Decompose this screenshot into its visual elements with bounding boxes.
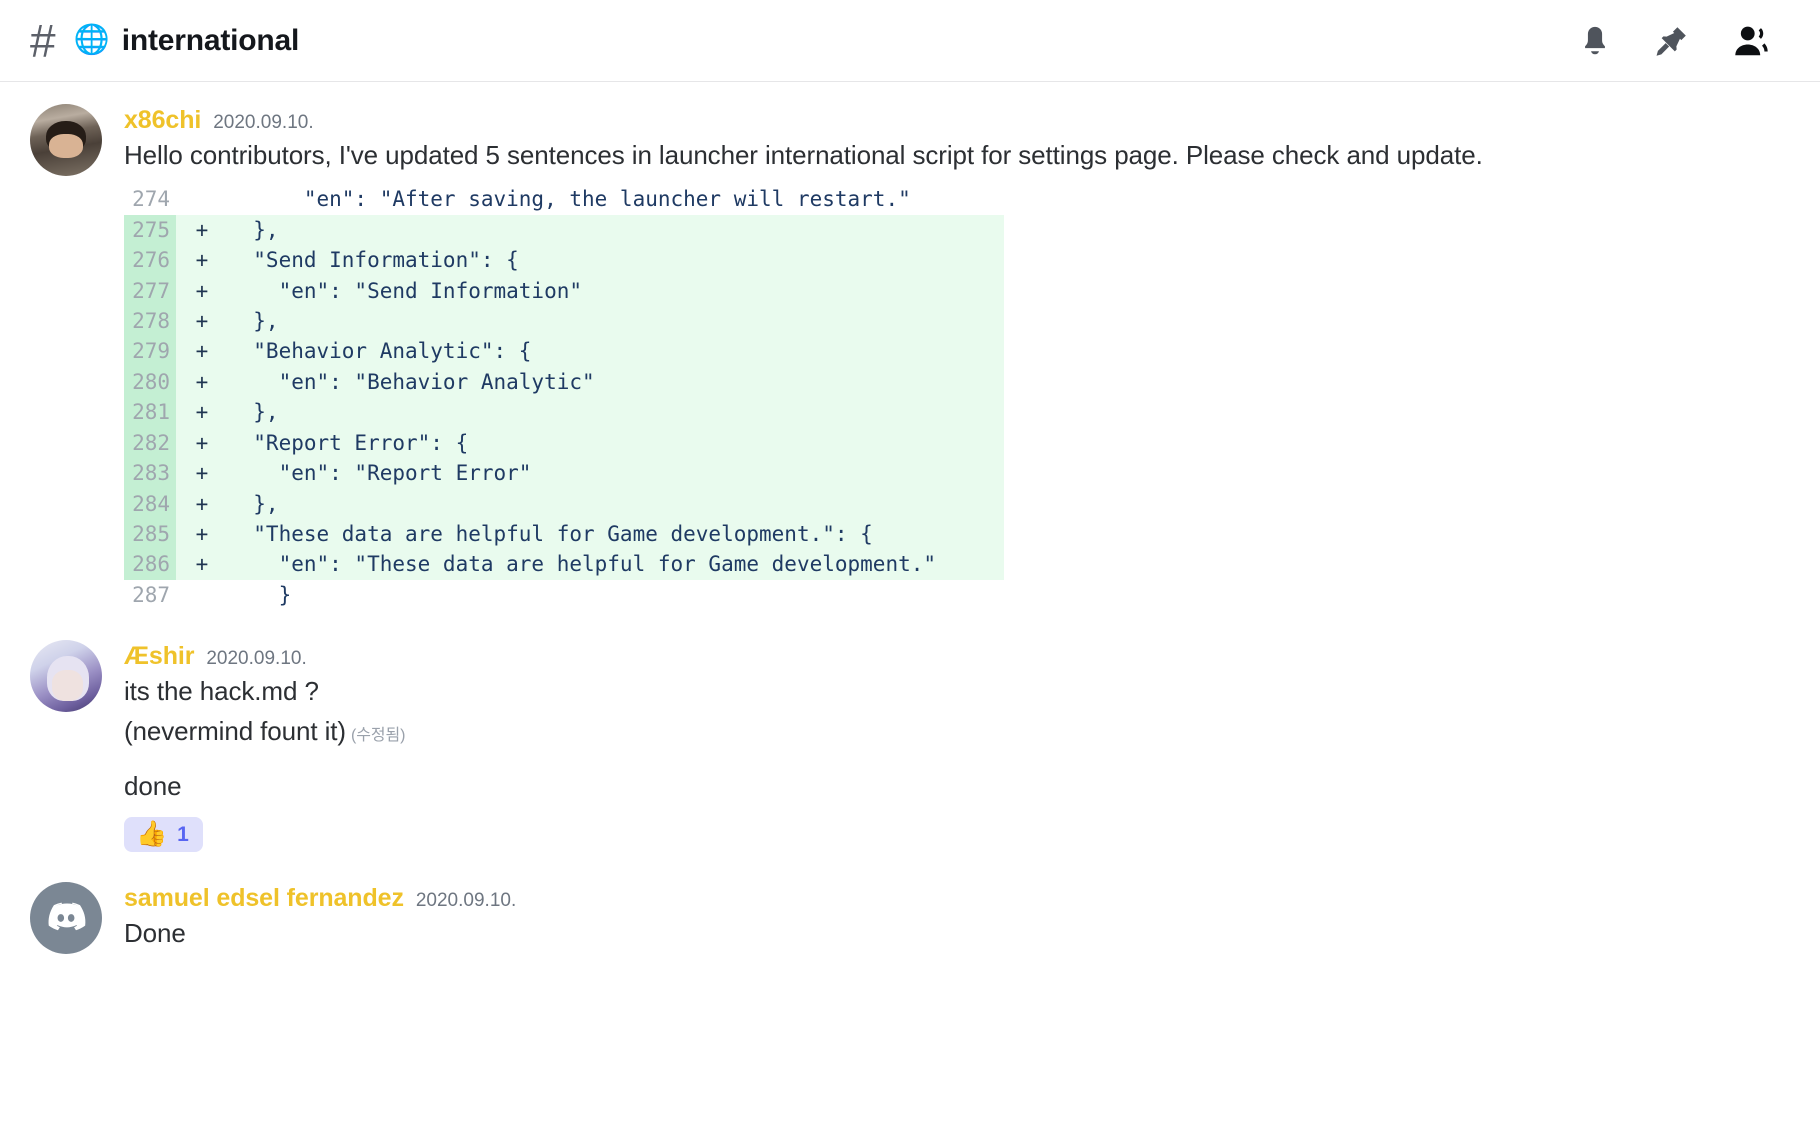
diff-code: "These data are helpful for Game develop…: [228, 519, 1004, 549]
message-header: samuel edsel fernandez 2020.09.10.: [124, 884, 1790, 913]
diff-line: 275 + },: [124, 215, 1004, 245]
diff-code: "en": "Send Information": [228, 276, 1004, 306]
message-timestamp: 2020.09.10.: [416, 890, 516, 912]
message-header: x86chi 2020.09.10.: [124, 106, 1790, 135]
diff-line: 285 + "These data are helpful for Game d…: [124, 519, 1004, 549]
message-item: samuel edsel fernandez 2020.09.10. Done: [0, 882, 1820, 954]
diff-line: 278 + },: [124, 306, 1004, 336]
globe-icon: 🌐: [74, 26, 110, 55]
diff-marker: +: [176, 428, 228, 458]
message-item: x86chi 2020.09.10. Hello contributors, I…: [0, 104, 1820, 610]
message-header: Æshir 2020.09.10.: [124, 642, 1790, 671]
diff-marker: [176, 580, 228, 610]
diff-line-number: 277: [124, 276, 176, 306]
reaction-thumbsup[interactable]: 👍 1: [124, 817, 203, 852]
diff-line: 274 "en": "After saving, the launcher wi…: [124, 184, 1004, 214]
message-author[interactable]: x86chi: [124, 106, 201, 135]
diff-line: 282 + "Report Error": {: [124, 428, 1004, 458]
diff-marker: +: [176, 549, 228, 579]
diff-marker: +: [176, 306, 228, 336]
diff-marker: +: [176, 245, 228, 275]
diff-line: 276 + "Send Information": {: [124, 245, 1004, 275]
message-timestamp: 2020.09.10.: [213, 112, 313, 134]
thumbs-up-icon: 👍: [136, 822, 167, 847]
diff-code: }: [228, 580, 1004, 610]
diff-line-number: 278: [124, 306, 176, 336]
message-body: Æshir 2020.09.10. its the hack.md ? (nev…: [124, 640, 1790, 852]
diff-line: 284 + },: [124, 489, 1004, 519]
diff-code: "Behavior Analytic": {: [228, 336, 1004, 366]
members-icon[interactable]: [1732, 23, 1774, 59]
message-text: (nevermind fount it) (수정됨): [124, 713, 1790, 750]
message-text: its the hack.md ?: [124, 673, 1790, 710]
avatar[interactable]: [30, 104, 102, 176]
diff-marker: +: [176, 397, 228, 427]
diff-code: },: [228, 215, 1004, 245]
diff-line-number: 280: [124, 367, 176, 397]
reaction-count: 1: [177, 823, 189, 847]
diff-code: "en": "Behavior Analytic": [228, 367, 1004, 397]
diff-code: },: [228, 306, 1004, 336]
discord-logo-icon: [43, 895, 89, 941]
diff-line: 280 + "en": "Behavior Analytic": [124, 367, 1004, 397]
diff-line-number: 274: [124, 184, 176, 214]
diff-line-number: 284: [124, 489, 176, 519]
diff-marker: +: [176, 489, 228, 519]
diff-line-number: 279: [124, 336, 176, 366]
diff-line: 283 + "en": "Report Error": [124, 458, 1004, 488]
header-actions: [1578, 23, 1796, 59]
message-text-inner: (nevermind fount it): [124, 716, 346, 746]
diff-marker: +: [176, 367, 228, 397]
diff-line-number: 283: [124, 458, 176, 488]
reactions: 👍 1: [124, 817, 1790, 852]
diff-line-number: 286: [124, 549, 176, 579]
channel-title: international: [122, 24, 299, 58]
diff-line: 279 + "Behavior Analytic": {: [124, 336, 1004, 366]
diff-line-number: 287: [124, 580, 176, 610]
diff-marker: +: [176, 276, 228, 306]
message-body: x86chi 2020.09.10. Hello contributors, I…: [124, 104, 1790, 610]
diff-line-number: 276: [124, 245, 176, 275]
avatar[interactable]: [30, 882, 102, 954]
diff-line: 277 + "en": "Send Information": [124, 276, 1004, 306]
message-timestamp: 2020.09.10.: [206, 648, 306, 670]
pin-icon[interactable]: [1654, 23, 1690, 59]
message-author[interactable]: Æshir: [124, 642, 194, 671]
avatar[interactable]: [30, 640, 102, 712]
diff-code-block: 274 "en": "After saving, the launcher wi…: [124, 184, 1004, 610]
message-body: samuel edsel fernandez 2020.09.10. Done: [124, 882, 1790, 954]
diff-marker: +: [176, 336, 228, 366]
diff-code: "Report Error": {: [228, 428, 1004, 458]
diff-code: "en": "These data are helpful for Game d…: [228, 549, 1004, 579]
message-text: Done: [124, 915, 1790, 952]
diff-marker: +: [176, 519, 228, 549]
diff-line-number: 285: [124, 519, 176, 549]
bell-icon[interactable]: [1578, 23, 1612, 59]
channel-header: # 🌐 international: [0, 0, 1820, 82]
diff-code: },: [228, 489, 1004, 519]
diff-code: "en": "After saving, the launcher will r…: [228, 184, 1004, 214]
diff-line-number: 282: [124, 428, 176, 458]
diff-marker: [176, 184, 228, 214]
hash-icon: #: [30, 18, 56, 64]
diff-code: },: [228, 397, 1004, 427]
message-item: Æshir 2020.09.10. its the hack.md ? (nev…: [0, 640, 1820, 852]
message-list: x86chi 2020.09.10. Hello contributors, I…: [0, 82, 1820, 954]
diff-code: "en": "Report Error": [228, 458, 1004, 488]
diff-line-number: 281: [124, 397, 176, 427]
diff-marker: +: [176, 458, 228, 488]
diff-line: 286 + "en": "These data are helpful for …: [124, 549, 1004, 579]
diff-code: "Send Information": {: [228, 245, 1004, 275]
diff-line: 281 + },: [124, 397, 1004, 427]
message-author[interactable]: samuel edsel fernandez: [124, 884, 404, 913]
message-text: done: [124, 768, 1790, 805]
diff-line-number: 275: [124, 215, 176, 245]
diff-marker: +: [176, 215, 228, 245]
diff-line: 287 }: [124, 580, 1004, 610]
message-text: Hello contributors, I've updated 5 sente…: [124, 137, 1790, 174]
edited-badge: (수정됨): [351, 727, 405, 744]
